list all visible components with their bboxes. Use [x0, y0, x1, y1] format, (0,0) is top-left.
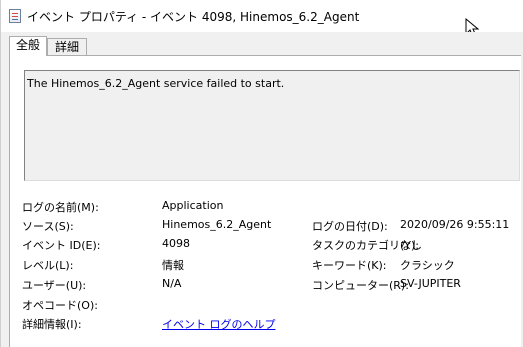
more-info-label: 詳細情報(I):: [22, 318, 82, 331]
title-bar[interactable]: イベント プロパティ - イベント 4098, Hinemos_6.2_Agen…: [1, 0, 523, 32]
event-id-value[interactable]: 4098: [162, 237, 190, 250]
event-id-label: イベント ID(E):: [22, 239, 101, 252]
window-title: イベント プロパティ - イベント 4098, Hinemos_6.2_Agen…: [27, 10, 360, 24]
tab-strip: 全般 詳細: [1, 32, 523, 56]
user-value[interactable]: N/A: [162, 277, 181, 290]
log-name-label: ログの名前(M):: [22, 201, 99, 214]
task-category-value[interactable]: なし: [400, 237, 422, 253]
logged-value[interactable]: 2020/09/26 9:55:11: [400, 218, 509, 231]
source-label: ソース(S):: [22, 220, 74, 233]
general-tab-panel: The Hinemos_6.2_Agent service failed to …: [9, 55, 521, 347]
event-log-help-link[interactable]: イベント ログのヘルプ: [162, 316, 276, 332]
computer-value[interactable]: SV-JUPITER: [400, 277, 461, 290]
user-label: ユーザー(U):: [22, 279, 87, 292]
source-value[interactable]: Hinemos_6.2_Agent: [162, 218, 271, 231]
level-label: レベル(L):: [22, 259, 74, 272]
event-properties-icon: [9, 9, 21, 23]
keywords-value[interactable]: クラシック: [400, 257, 455, 273]
level-value[interactable]: 情報: [162, 257, 184, 273]
tab-general[interactable]: 全般: [9, 36, 47, 56]
event-properties-window: イベント プロパティ - イベント 4098, Hinemos_6.2_Agen…: [0, 0, 523, 347]
log-name-value[interactable]: Application: [162, 199, 223, 212]
computer-label: コンピューター(R):: [312, 279, 409, 292]
event-description[interactable]: The Hinemos_6.2_Agent service failed to …: [24, 70, 520, 181]
keywords-label: キーワード(K):: [312, 259, 387, 272]
tab-details[interactable]: 詳細: [47, 38, 87, 55]
logged-label: ログの日付(D):: [312, 220, 388, 233]
opcode-label: オペコード(O):: [22, 299, 98, 312]
